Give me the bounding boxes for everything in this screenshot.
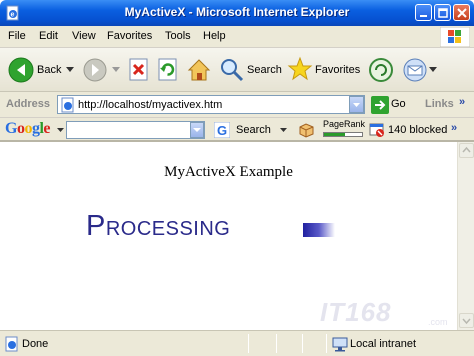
scroll-down-button[interactable] [459, 313, 474, 328]
favorites-star-icon[interactable] [287, 56, 313, 82]
menu-view[interactable]: View [72, 30, 96, 42]
google-search-g-icon[interactable]: G [214, 122, 230, 138]
pagerank-label: PageRank [323, 119, 366, 129]
close-button[interactable] [453, 4, 470, 21]
back-dropdown-icon[interactable] [66, 67, 74, 73]
scroll-down-icon [462, 318, 471, 325]
local-intranet-icon [332, 337, 348, 352]
menu-file[interactable]: File [8, 30, 26, 42]
search-button-label[interactable]: Search [247, 64, 282, 76]
menu-bar: File Edit View Favorites Tools Help [0, 26, 474, 48]
svg-text:G: G [217, 123, 227, 138]
favorites-button-label[interactable]: Favorites [315, 64, 360, 76]
popup-blocker-icon[interactable] [369, 122, 385, 138]
processing-text: PROCESSING [86, 210, 230, 243]
google-search-button-label[interactable]: Search [236, 124, 271, 136]
puzzle-options-icon[interactable] [298, 122, 315, 139]
forward-dropdown-icon[interactable] [112, 67, 120, 73]
google-toolbar: Google G Search PageRank 140 blocked » [0, 118, 474, 142]
minimize-button[interactable] [415, 4, 432, 21]
address-bar: Address http://localhost/myactivex.htm G… [0, 92, 474, 118]
google-expand-icon[interactable]: » [451, 122, 457, 134]
processing-text-rest: ROCESSING [105, 218, 231, 240]
stop-icon[interactable] [128, 58, 150, 82]
status-bar: Done Local intranet [0, 330, 474, 356]
address-label: Address [6, 98, 51, 110]
search-options-dropdown-icon[interactable] [280, 128, 287, 133]
go-button-label[interactable]: Go [391, 98, 406, 110]
menu-favorites[interactable]: Favorites [107, 30, 152, 42]
menu-help[interactable]: Help [203, 30, 226, 42]
it168-watermark-suffix: .com [428, 317, 448, 327]
status-text: Done [22, 338, 49, 350]
forward-arrow-icon[interactable] [83, 58, 107, 82]
standard-toolbar: Back Search Favorites [0, 48, 474, 92]
security-zone-text: Local intranet [350, 338, 417, 350]
menu-edit[interactable]: Edit [39, 30, 58, 42]
back-button-label[interactable]: Back [37, 64, 61, 76]
search-icon[interactable] [219, 57, 245, 83]
scroll-up-icon [462, 146, 471, 153]
page-content: MyActiveX Example PROCESSING IT168 .com [0, 142, 457, 330]
media-icon[interactable] [368, 57, 394, 83]
close-icon [457, 8, 467, 18]
maximize-icon [438, 8, 448, 18]
vertical-scrollbar[interactable] [457, 142, 474, 330]
address-input[interactable]: http://localhost/myactivex.htm [57, 95, 365, 114]
mail-icon[interactable] [402, 57, 428, 83]
google-logo[interactable]: Google [5, 120, 50, 138]
minimize-icon [420, 15, 427, 17]
links-label[interactable]: Links [425, 98, 454, 110]
chevron-down-icon [353, 103, 360, 107]
refresh-icon[interactable] [157, 58, 179, 82]
mail-dropdown-icon[interactable] [429, 67, 437, 73]
back-arrow-icon[interactable] [8, 57, 34, 83]
popups-blocked-count[interactable]: 140 blocked [388, 124, 447, 136]
pagerank-bar [323, 132, 363, 137]
google-search-dropdown-button[interactable] [190, 122, 204, 138]
go-arrow-icon[interactable] [371, 96, 389, 114]
google-menu-dropdown-icon[interactable] [57, 128, 64, 133]
title-bar[interactable]: e MyActiveX - Microsoft Internet Explore… [0, 0, 474, 26]
address-url: http://localhost/myactivex.htm [78, 99, 223, 111]
google-search-input[interactable] [66, 121, 205, 139]
menu-tools[interactable]: Tools [165, 30, 191, 42]
pagerank-fill [324, 133, 345, 136]
chevron-down-icon [193, 128, 201, 132]
status-divider [276, 334, 277, 353]
maximize-button[interactable] [434, 4, 451, 21]
status-divider [326, 334, 327, 353]
links-expand-icon[interactable]: » [459, 96, 465, 108]
status-divider [302, 334, 303, 353]
page-icon [61, 97, 74, 113]
windows-logo-icon [440, 27, 470, 47]
page-done-icon [5, 336, 18, 352]
it168-watermark: IT168 [320, 297, 392, 327]
window-title: MyActiveX - Microsoft Internet Explorer [124, 5, 350, 19]
home-icon[interactable] [186, 57, 212, 83]
status-divider [248, 334, 249, 353]
scroll-up-button[interactable] [459, 143, 474, 158]
activex-progress-block [303, 223, 335, 237]
processing-text-initial: P [86, 210, 106, 242]
page-heading: MyActiveX Example [164, 164, 293, 180]
address-dropdown-button[interactable] [349, 96, 364, 113]
